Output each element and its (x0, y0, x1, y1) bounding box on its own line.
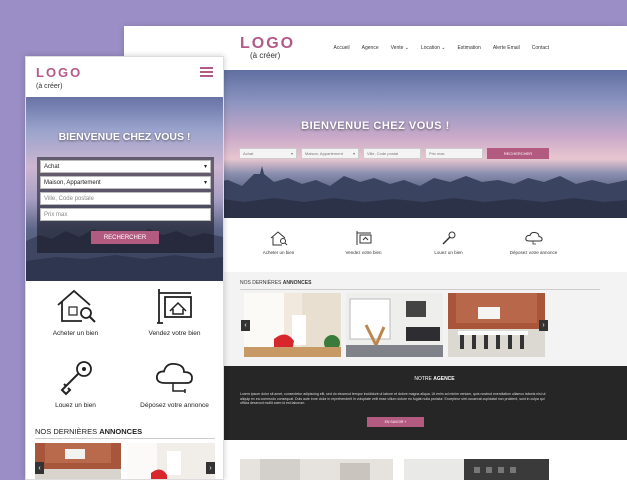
nav-item-alerte-email[interactable]: Alerte Email (493, 45, 520, 51)
mobile-logo-subtitle: (à créer) (36, 83, 63, 90)
desktop-city-placeholder: Ville, Code postal (367, 151, 399, 156)
key-icon (60, 361, 92, 396)
chevron-down-icon: ▾ (352, 151, 355, 156)
desktop-search-bar: Achat ▾ Maison, Appartement ▾ Ville, Cod… (239, 148, 549, 159)
mobile-service-rent[interactable]: Louez un bien (26, 359, 125, 409)
desktop-annonces-bold: ANNONCES (282, 280, 312, 286)
nav-item-location[interactable]: Location ⌄ (421, 45, 445, 51)
desktop-service-buy-label: Acheter un bien (262, 250, 295, 255)
desktop-service-rent[interactable]: Louez un bien (406, 218, 491, 272)
mobile-type-value: Achat (44, 163, 60, 170)
desktop-service-sell[interactable]: Vendez votre bien (321, 218, 406, 272)
mobile-service-deposit-label: Déposez votre annonce (140, 402, 209, 409)
mobile-mockup: LOGO (à créer) BIENVENUE CHEZ VOUS ! Ach… (25, 56, 224, 480)
desktop-property-select[interactable]: Maison, Appartement ▾ (301, 148, 359, 159)
desktop-agency-button[interactable]: EN SAVOIR + (367, 417, 424, 427)
chevron-down-icon: ▾ (290, 151, 293, 156)
desktop-service-deposit-label: Déposez votre annonce (509, 250, 558, 255)
mobile-service-sell[interactable]: Vendez votre bien (125, 287, 223, 337)
arrow-left-icon[interactable]: ‹ (35, 462, 44, 474)
listing-photo[interactable] (244, 293, 341, 357)
chevron-down-icon: ▾ (203, 164, 207, 170)
desktop-search-button[interactable]: RECHERCHER (487, 148, 549, 159)
desktop-service-rent-label: Louez un bien (434, 250, 463, 255)
mobile-hero-title: BIENVENUE CHEZ VOUS ! (58, 131, 191, 143)
desktop-type-select[interactable]: Achat ▾ (239, 148, 297, 159)
mobile-service-deposit[interactable]: Déposez votre annonce (125, 359, 223, 409)
desktop-city-input[interactable]: Ville, Code postal (363, 148, 421, 159)
listing-photo[interactable] (35, 443, 121, 480)
mobile-property-value: Maison, Appartement (44, 179, 101, 186)
listing-photo[interactable] (346, 293, 443, 357)
divider (240, 289, 600, 290)
desktop-service-deposit[interactable]: Déposez votre annonce (491, 218, 576, 272)
nav-item-estimation[interactable]: Estimation (457, 45, 480, 51)
desktop-service-sell-label: Vendez votre bien (345, 250, 382, 255)
desktop-price-placeholder: Prix max (429, 151, 445, 156)
mobile-annonces-title: NOS DERNIÈRES ANNONCES (35, 427, 142, 436)
desktop-agency-bold: AGENCE (433, 376, 455, 382)
nav-item-vente[interactable]: Vente ⌄ (391, 45, 409, 51)
mobile-service-buy-label: Acheter un bien (52, 330, 99, 337)
mobile-service-rent-label: Louez un bien (55, 402, 96, 409)
mobile-price-placeholder: Prix max (44, 211, 68, 218)
mobile-price-input[interactable]: Prix max (40, 208, 211, 221)
nav-item-contact[interactable]: Contact (532, 45, 549, 51)
mobile-services: Acheter un bien Vendez votre bien Louez … (26, 283, 223, 429)
hamburger-menu-icon[interactable] (200, 67, 213, 77)
nav-item-agence[interactable]: Agence (362, 45, 379, 51)
nav-item-accueil[interactable]: Accueil (334, 45, 350, 51)
listing-photo[interactable] (448, 293, 545, 357)
divider (35, 438, 215, 439)
house-search-icon (56, 289, 96, 323)
mobile-type-select[interactable]: Achat ▾ (40, 160, 211, 173)
listing-photo[interactable] (404, 459, 549, 480)
desktop-agency-prefix: NOTRE (414, 376, 434, 382)
chevron-down-icon: ▾ (203, 180, 207, 186)
cloud-upload-icon (155, 362, 193, 393)
mobile-search-panel: Achat ▾ Maison, Appartement ▾ Ville, Cod… (37, 157, 214, 253)
arrow-right-icon[interactable]: › (206, 462, 215, 474)
desktop-price-input[interactable]: Prix max (425, 148, 483, 159)
mobile-property-select[interactable]: Maison, Appartement ▾ (40, 176, 211, 189)
mobile-logo[interactable]: LOGO (36, 65, 82, 80)
for-sale-sign-icon (356, 231, 371, 245)
mobile-search-button[interactable]: RECHERCHER (91, 231, 159, 244)
for-sale-sign-icon (156, 289, 192, 324)
mobile-annonces-prefix: NOS DERNIÈRES (35, 427, 100, 436)
arrow-right-icon[interactable]: › (539, 320, 548, 331)
house-search-icon (270, 231, 287, 246)
arrow-left-icon[interactable]: ‹ (241, 320, 250, 331)
desktop-type-value: Achat (243, 151, 254, 156)
key-icon (441, 231, 455, 245)
listing-photo[interactable] (127, 443, 215, 480)
listing-photo[interactable] (240, 459, 393, 480)
desktop-logo[interactable]: LOGO (240, 36, 295, 52)
desktop-logo-subtitle: (à créer) (250, 51, 281, 60)
mobile-service-sell-label: Vendez votre bien (148, 330, 201, 337)
desktop-annonces-title: NOS DERNIÈRES ANNONCES (240, 280, 311, 286)
mobile-city-placeholder: Ville, Code postale (44, 195, 94, 202)
cloud-upload-icon (524, 231, 543, 245)
mobile-hero: BIENVENUE CHEZ VOUS ! Achat ▾ Maison, Ap… (26, 97, 223, 281)
desktop-property-value: Maison, Appartement (305, 151, 343, 156)
desktop-annonces-prefix: NOS DERNIÈRES (240, 280, 283, 286)
mobile-service-buy[interactable]: Acheter un bien (26, 287, 125, 337)
mobile-annonces-bold: ANNONCES (99, 427, 143, 436)
mobile-city-input[interactable]: Ville, Code postale (40, 192, 211, 205)
desktop-service-buy[interactable]: Acheter un bien (236, 218, 321, 272)
desktop-agency-text: Lorem ipsum dolor sit amet, consectetur … (240, 392, 546, 405)
desktop-nav: Accueil Agence Vente ⌄ Location ⌄ Estima… (334, 45, 549, 51)
